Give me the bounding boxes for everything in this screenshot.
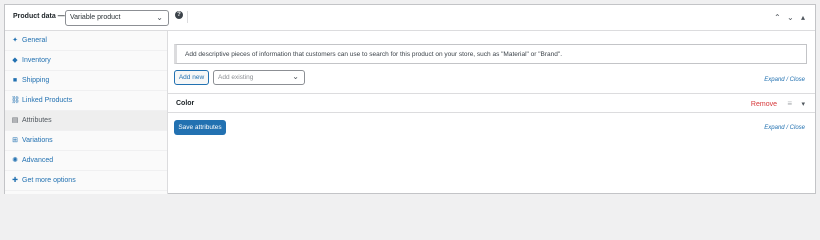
add-existing-select[interactable]: Add existing ⌄ [213, 70, 305, 85]
list-icon: ▤ [11, 117, 19, 124]
plugin-icon: ✚ [12, 177, 18, 184]
move-up-icon[interactable]: ⌃ [774, 13, 781, 23]
tab-label: Linked Products [22, 97, 73, 104]
panel-title: Product data — [13, 13, 65, 20]
tab-inventory[interactable]: ◆ Inventory [5, 51, 167, 71]
save-attributes-button[interactable]: Save attributes [174, 120, 226, 135]
product-data-panel: Product data — Variable product ⌄ ? ⌃ ⌄ … [4, 4, 816, 194]
expand-close-link[interactable]: Expand / Close [764, 125, 805, 131]
attributes-notice: Add descriptive pieces of information th… [174, 44, 807, 64]
chevron-down-icon: ⌄ [292, 72, 299, 81]
help-icon[interactable]: ? [175, 11, 183, 19]
expand-close-link[interactable]: Expand / Close [764, 77, 805, 83]
tab-general[interactable]: ✦ General [5, 31, 167, 51]
gear-icon: ✺ [12, 157, 18, 164]
tag-icon: ◆ [12, 57, 18, 64]
link-icon: ⛓ [11, 97, 20, 104]
tab-get-more-options[interactable]: ✚ Get more options [5, 171, 167, 191]
attributes-panel: Add descriptive pieces of information th… [168, 31, 815, 194]
tab-label: General [22, 37, 47, 44]
tab-shipping[interactable]: ■ Shipping [5, 71, 167, 91]
drag-handle-icon[interactable]: ≡ [787, 99, 792, 108]
header-divider [187, 11, 188, 23]
tab-label: Get more options [22, 177, 76, 184]
add-new-button[interactable]: Add new [174, 70, 209, 85]
product-type-select[interactable]: Variable product ⌄ [65, 10, 169, 26]
add-existing-placeholder: Add existing [218, 74, 254, 81]
remove-attribute-link[interactable]: Remove [751, 101, 777, 108]
attribute-name: Color [176, 100, 195, 107]
tab-label: Variations [22, 137, 53, 144]
grid-icon: ⊞ [12, 137, 18, 144]
tab-label: Inventory [22, 57, 51, 64]
chevron-down-icon: ⌄ [156, 13, 163, 22]
panel-header: Product data — Variable product ⌄ ? ⌃ ⌄ … [5, 5, 815, 31]
wrench-icon: ✦ [12, 37, 18, 44]
tab-linked-products[interactable]: ⛓ Linked Products [5, 91, 167, 111]
tab-label: Shipping [22, 77, 50, 84]
tab-attributes[interactable]: ▤ Attributes [5, 111, 167, 131]
tab-advanced[interactable]: ✺ Advanced [5, 151, 167, 171]
product-type-value: Variable product [70, 14, 121, 21]
move-down-icon[interactable]: ⌄ [787, 13, 794, 23]
tab-label: Attributes [22, 117, 52, 124]
truck-icon: ■ [12, 77, 18, 84]
tab-label: Advanced [22, 157, 54, 164]
toggle-arrow-icon[interactable]: ▾ [801, 100, 805, 108]
product-data-tabs: ✦ General ◆ Inventory ■ Shipping ⛓ Linke… [5, 31, 168, 194]
attribute-row[interactable]: Color Remove ≡ ▾ [168, 93, 815, 113]
tab-variations[interactable]: ⊞ Variations [5, 131, 167, 151]
collapse-icon[interactable]: ▴ [801, 13, 805, 23]
